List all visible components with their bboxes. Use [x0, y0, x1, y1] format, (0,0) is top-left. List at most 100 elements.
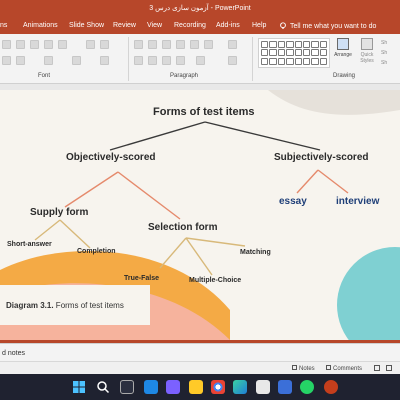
arrange-label: Arrange — [334, 52, 352, 58]
node-interview: interview — [336, 196, 380, 207]
tab-animations[interactable]: Animations — [23, 22, 58, 29]
smartart-icon[interactable] — [228, 56, 237, 65]
increase-indent-icon[interactable] — [176, 40, 185, 49]
shape-icon[interactable] — [286, 41, 294, 48]
notes-toggle-label: Notes — [299, 366, 315, 372]
shape-icon[interactable] — [311, 41, 319, 48]
shape-icon[interactable] — [269, 41, 277, 48]
align-icon[interactable] — [2, 40, 11, 49]
notes-placeholder: d notes — [2, 350, 25, 357]
connector-root-right — [204, 121, 321, 151]
windows-start-icon[interactable] — [72, 380, 86, 394]
strike-icon[interactable] — [58, 40, 67, 49]
shape-icon[interactable] — [311, 57, 319, 65]
text-direction-icon[interactable] — [228, 40, 237, 49]
tab-recording[interactable]: Recording — [174, 22, 206, 29]
shrink-font-icon[interactable] — [100, 40, 109, 49]
shape-icon[interactable] — [294, 57, 302, 65]
shape-icon[interactable] — [294, 49, 302, 57]
connector-subj-essay — [296, 169, 319, 194]
quick-styles-button[interactable]: Quick Styles — [356, 38, 378, 64]
justify-icon[interactable] — [176, 56, 185, 65]
shape-effects-button[interactable]: Sh — [381, 58, 387, 68]
shape-icon[interactable] — [311, 49, 319, 57]
shape-icon[interactable] — [319, 41, 327, 48]
shape-icon[interactable] — [294, 41, 302, 48]
shadow-icon[interactable] — [16, 56, 25, 65]
normal-view-icon[interactable] — [374, 365, 380, 371]
whatsapp-icon[interactable] — [300, 380, 314, 394]
node-multiple-choice: Multiple-Choice — [189, 277, 242, 284]
shape-icon[interactable] — [277, 49, 286, 57]
shape-icon[interactable] — [277, 41, 286, 48]
underline-icon[interactable] — [44, 40, 53, 49]
lightbulb-icon — [280, 22, 286, 29]
shape-icon[interactable] — [261, 57, 269, 65]
font-color-icon[interactable] — [100, 56, 109, 65]
shape-icon[interactable] — [302, 49, 311, 57]
shape-icon[interactable] — [269, 57, 277, 65]
shape-icon[interactable] — [277, 57, 286, 65]
tab-view[interactable]: View — [147, 22, 162, 29]
tab-review[interactable]: Review — [113, 22, 136, 29]
slide-sorter-icon[interactable] — [386, 365, 392, 371]
arrange-button[interactable]: Arrange — [332, 38, 354, 58]
widgets-icon[interactable] — [144, 380, 158, 394]
comments-toggle[interactable]: Comments — [326, 365, 362, 372]
align-center-icon[interactable] — [148, 56, 157, 65]
shape-icon[interactable] — [302, 57, 311, 65]
taskbar — [0, 374, 400, 400]
tell-me-label: Tell me what you want to do — [290, 22, 377, 30]
shape-icon[interactable] — [261, 49, 269, 57]
edge-icon[interactable] — [233, 380, 247, 394]
divider — [128, 37, 129, 81]
columns-icon[interactable] — [196, 56, 205, 65]
align-left-icon[interactable] — [134, 56, 143, 65]
italic-icon[interactable] — [30, 40, 39, 49]
store-icon[interactable] — [256, 380, 270, 394]
shape-icon[interactable] — [286, 49, 294, 57]
change-case-icon[interactable] — [72, 56, 81, 65]
ltr-icon[interactable] — [204, 40, 213, 49]
shape-fill-button[interactable]: Sh — [381, 38, 387, 48]
font-size-icon[interactable] — [2, 56, 11, 65]
task-view-icon[interactable] — [120, 380, 134, 394]
char-spacing-icon[interactable] — [44, 56, 53, 65]
teams-chat-icon[interactable] — [166, 380, 180, 394]
shapes-gallery[interactable] — [258, 38, 330, 68]
slide[interactable]: Forms of test items Objectively-scored S… — [0, 90, 400, 340]
search-icon[interactable] — [96, 380, 110, 394]
node-subjectively-scored: Subjectively-scored — [274, 152, 369, 163]
connector-supply-short — [34, 219, 61, 241]
bold-icon[interactable] — [16, 40, 25, 49]
grow-font-icon[interactable] — [86, 40, 95, 49]
shape-icon[interactable] — [261, 41, 269, 48]
numbering-icon[interactable] — [148, 40, 157, 49]
rtl-icon[interactable] — [190, 40, 199, 49]
decrease-indent-icon[interactable] — [162, 40, 171, 49]
file-explorer-icon[interactable] — [189, 380, 203, 394]
powerpoint-icon[interactable] — [324, 380, 338, 394]
shape-icon[interactable] — [286, 57, 294, 65]
shape-icon[interactable] — [319, 57, 327, 65]
tell-me-search[interactable]: Tell me what you want to do — [279, 22, 376, 30]
bullets-icon[interactable] — [134, 40, 143, 49]
tab-design[interactable]: ns — [0, 22, 7, 29]
connector-supply-completion — [59, 219, 91, 249]
chrome-icon[interactable] — [211, 380, 225, 394]
paragraph-group-label: Paragraph — [170, 73, 199, 79]
shape-icon[interactable] — [302, 41, 311, 48]
tab-help[interactable]: Help — [252, 22, 266, 29]
node-matching: Matching — [240, 249, 271, 256]
notes-pane[interactable]: d notes — [0, 343, 400, 361]
align-right-icon[interactable] — [162, 56, 171, 65]
shape-icon[interactable] — [269, 49, 277, 57]
tab-slide-show[interactable]: Slide Show — [69, 22, 104, 29]
photos-icon[interactable] — [278, 380, 292, 394]
divider — [252, 37, 253, 81]
node-root: Forms of test items — [153, 106, 255, 118]
tab-add-ins[interactable]: Add-ins — [216, 22, 240, 29]
notes-toggle[interactable]: Notes — [292, 365, 315, 372]
shape-outline-button[interactable]: Sh — [381, 48, 387, 58]
shape-icon[interactable] — [319, 49, 327, 57]
